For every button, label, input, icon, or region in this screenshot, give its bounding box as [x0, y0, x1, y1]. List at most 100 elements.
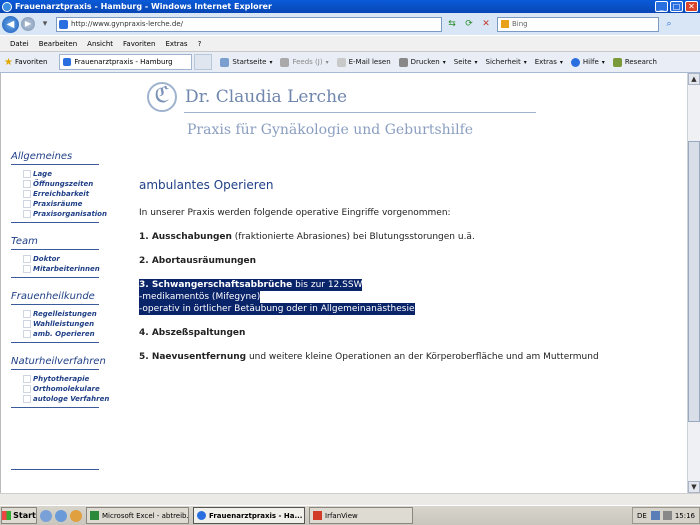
menu-bearbeiten[interactable]: Bearbeiten — [39, 40, 77, 48]
forward-button[interactable]: ▶ — [21, 17, 35, 31]
nav-item-doktor[interactable]: Doktor — [1, 254, 99, 264]
page-label: Seite — [453, 58, 472, 66]
refresh-icon[interactable]: ⟳ — [462, 17, 476, 31]
page-menu-button[interactable]: Seite ▾ — [454, 58, 478, 66]
mail-icon — [336, 57, 346, 67]
nav-item-phytotherapie[interactable]: Phytotherapie — [1, 374, 99, 384]
highlighted-selection[interactable]: 3. Schwangerschaftsabbrüche bis zur 12.S… — [139, 279, 629, 315]
main-article: ambulantes Operieren In unserer Praxis w… — [139, 179, 629, 375]
tray-icon[interactable] — [650, 511, 660, 520]
scroll-down-icon[interactable]: ▼ — [688, 481, 700, 493]
search-placeholder: Bing — [512, 20, 528, 28]
mail-button[interactable]: E-Mail lesen — [336, 57, 391, 67]
printer-icon — [398, 57, 408, 67]
menu-extras[interactable]: Extras — [165, 40, 187, 48]
chevron-down-icon[interactable]: ▾ — [524, 59, 527, 66]
page-icon — [63, 58, 72, 66]
nav-item-label: Praxisräume — [33, 200, 83, 208]
divider — [11, 342, 99, 343]
help-button[interactable]: Hilfe ▾ — [570, 57, 605, 67]
chevron-down-icon[interactable]: ▾ — [326, 59, 329, 66]
stop-icon[interactable]: ✕ — [479, 17, 493, 31]
help-label: Hilfe — [582, 58, 599, 66]
nav-section-naturheilverfahren[interactable]: Naturheilverfahren — [1, 354, 106, 369]
nav-item-praxisraeume[interactable]: Praxisräume — [1, 199, 99, 209]
nav-item-regelleistungen[interactable]: Regelleistungen — [1, 309, 99, 319]
list-item: 1. Ausschabungen (fraktionierte Abrasion… — [139, 231, 629, 243]
nav-item-oeffnungszeiten[interactable]: Öffnungszeiten — [1, 179, 99, 189]
new-tab-button[interactable] — [194, 54, 213, 70]
home-icon — [220, 57, 230, 67]
chevron-down-icon[interactable]: ▾ — [475, 59, 478, 66]
nav-item-wahlleistungen[interactable]: Wahlleistungen — [1, 319, 99, 329]
speaker-icon[interactable] — [662, 511, 672, 520]
search-icon[interactable]: ⌕ — [662, 17, 676, 31]
feeds-button[interactable]: Feeds (J) ▾ — [280, 57, 329, 67]
nav-item-mitarbeiterinnen[interactable]: Mitarbeiterinnen — [1, 264, 100, 274]
chevron-down-icon[interactable]: ▾ — [602, 59, 605, 66]
nav-item-orthomolekulare[interactable]: Orthomolekulare — [1, 384, 100, 394]
intro-text: In unserer Praxis werden folgende operat… — [139, 208, 451, 218]
bullet-icon — [23, 255, 31, 263]
system-tray: DE 15:16 — [631, 507, 700, 524]
logo-divider — [184, 112, 536, 113]
item-title: 5. Naevusentfernung — [139, 352, 247, 362]
dropdown-icon[interactable]: ▾ — [38, 17, 52, 31]
menu-ansicht[interactable]: Ansicht — [87, 40, 113, 48]
item-subline: -medikamentös (Mifegyne) — [139, 291, 261, 303]
item-text: und weitere kleine Operationen an der Kö… — [246, 352, 599, 362]
logo-mark: ℭ — [147, 82, 177, 112]
language-indicator[interactable]: DE — [637, 512, 647, 520]
menu-help[interactable]: ? — [198, 40, 202, 48]
outlook-quicklaunch-icon[interactable] — [55, 509, 67, 522]
nav-item-lage[interactable]: Lage — [1, 169, 99, 179]
taskbar-item-ie[interactable]: Frauenarztpraxis - Ha... — [193, 507, 305, 524]
chevron-down-icon[interactable]: ▾ — [443, 59, 446, 66]
command-bar: ★ Favoriten Frauenarztpraxis - Hamburg S… — [0, 52, 700, 73]
menu-datei[interactable]: Datei — [10, 40, 29, 48]
favorites-label: Favoriten — [14, 58, 48, 66]
compatibility-icon[interactable]: ⇆ — [445, 17, 459, 31]
tools-button[interactable]: Extras ▾ — [535, 58, 563, 66]
close-button[interactable]: ✕ — [685, 1, 698, 12]
bullet-icon — [23, 190, 31, 198]
bullet-icon — [23, 395, 31, 403]
home-button[interactable]: Startseite ▾ — [220, 57, 272, 67]
scroll-thumb[interactable] — [688, 141, 700, 422]
print-button[interactable]: Drucken ▾ — [398, 57, 446, 67]
nav-section-frauenheilkunde[interactable]: Frauenheilkunde — [1, 289, 99, 304]
nav-item-praxisorganisation[interactable]: Praxisorganisation — [1, 209, 107, 219]
vertical-scrollbar[interactable]: ▲ ▼ — [687, 73, 700, 493]
chevron-down-icon[interactable]: ▾ — [269, 59, 272, 66]
address-field[interactable]: http://www.gynpraxis-lerche.de/ — [56, 16, 442, 32]
clock[interactable]: 15:16 — [675, 512, 695, 520]
nav-item-erreichbarkeit[interactable]: Erreichbarkeit — [1, 189, 99, 199]
start-button[interactable]: Start — [1, 507, 37, 524]
page-content: ℭ Dr. Claudia Lerche Praxis für Gynäkolo… — [0, 73, 687, 493]
list-item: 2. Abortausräumungen — [139, 255, 629, 267]
search-input[interactable]: Bing — [497, 16, 659, 32]
favorites-button[interactable]: ★ Favoriten — [0, 57, 51, 68]
minimize-button[interactable]: _ — [655, 1, 668, 12]
taskbar: Start Microsoft Excel - abtreib... Fraue… — [0, 505, 700, 525]
back-button[interactable]: ◀ — [2, 15, 19, 33]
firefox-quicklaunch-icon[interactable] — [70, 509, 82, 522]
ie-quicklaunch-icon[interactable] — [40, 509, 52, 522]
scroll-up-icon[interactable]: ▲ — [688, 73, 700, 85]
research-button[interactable]: Research — [612, 57, 657, 67]
maximize-button[interactable]: □ — [670, 1, 683, 12]
list-item: 4. Abszeßspaltungen — [139, 327, 629, 339]
bullet-icon — [23, 180, 31, 188]
nav-item-amb-operieren[interactable]: amb. Operieren — [1, 329, 99, 339]
nav-section-team[interactable]: Team — [1, 234, 99, 249]
bullet-icon — [23, 385, 31, 393]
security-label: Sicherheit — [485, 58, 521, 66]
taskbar-item-excel[interactable]: Microsoft Excel - abtreib... — [86, 507, 189, 524]
security-button[interactable]: Sicherheit ▾ — [486, 58, 527, 66]
nav-item-autologe-verfahren[interactable]: autologe Verfahren — [1, 394, 109, 404]
taskbar-item-irfanview[interactable]: IrfanView — [309, 507, 413, 524]
browser-tab[interactable]: Frauenarztpraxis - Hamburg — [59, 54, 193, 70]
chevron-down-icon[interactable]: ▾ — [560, 59, 563, 66]
menu-favoriten[interactable]: Favoriten — [123, 40, 155, 48]
nav-section-allgemeines[interactable]: Allgemeines — [1, 149, 99, 164]
